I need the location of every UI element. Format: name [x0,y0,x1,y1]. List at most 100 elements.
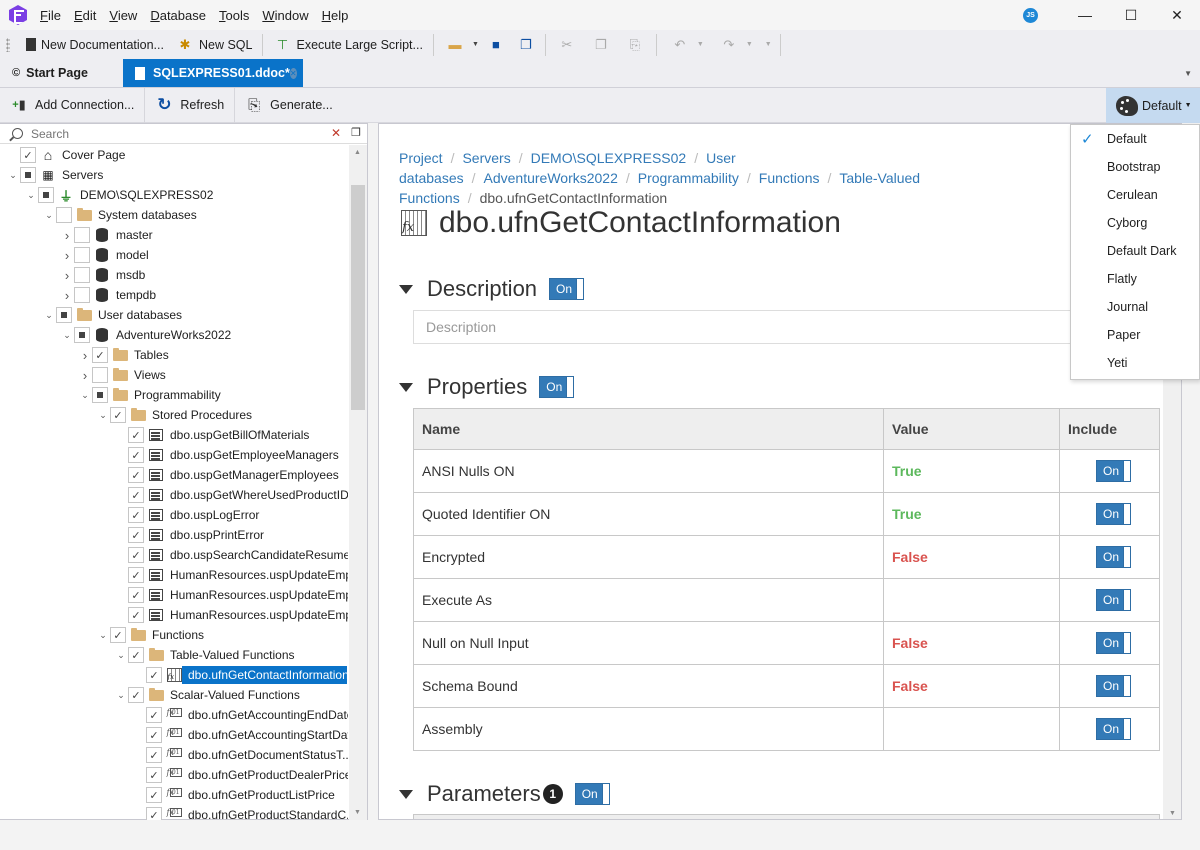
maximize-button[interactable]: ☐ [1108,0,1154,30]
breadcrumb-link[interactable]: Functions [759,170,820,186]
breadcrumb-link[interactable]: AdventureWorks2022 [484,170,618,186]
save-all-icon[interactable]: ❐ [517,36,535,54]
tree-item-checkbox[interactable]: ✓ [128,547,144,563]
menu-edit[interactable]: Edit [74,8,96,23]
tree-item[interactable]: ✓ fx dbo.ufnGetDocumentStatusT... [0,745,348,765]
minimize-button[interactable]: — [1062,0,1108,30]
cut-icon[interactable]: ✂ [558,36,576,54]
tree-item[interactable]: ✓ fx dbo.ufnGetProductListPrice [0,785,348,805]
theme-dropdown-button[interactable]: Default ▼ [1106,88,1200,123]
tree-item-checkbox[interactable]: ✓ [146,787,162,803]
new-sql-button[interactable]: ✱ New SQL [170,33,259,57]
chevron-down-icon[interactable]: ⌄ [60,330,74,341]
tab-sqlexpress01-ddoc[interactable]: SQLEXPRESS01.ddoc* ✕ [123,59,303,87]
theme-option[interactable]: Yeti [1071,349,1199,377]
tabs-overflow-icon[interactable]: ▼ [1184,69,1192,78]
chevron-down-icon[interactable]: ⌄ [24,190,38,201]
chevron-right-icon[interactable]: › [60,268,74,283]
paste-icon[interactable]: ⎘ [626,36,644,54]
tree-item[interactable]: ⌄ Programmability [0,385,348,405]
chevron-right-icon[interactable]: › [60,248,74,263]
copy-icon[interactable]: ❐ [592,36,610,54]
tree-item[interactable]: ⌄ AdventureWorks2022 [0,325,348,345]
tree-item[interactable]: ✓ dbo.uspLogError [0,505,348,525]
include-toggle[interactable]: On [1096,589,1131,611]
open-dropdown-caret-icon[interactable]: ▼ [472,41,479,48]
tree-item-checkbox[interactable] [92,367,108,383]
breadcrumb-link[interactable]: Project [399,150,443,166]
user-avatar[interactable]: JS [1023,7,1038,23]
chevron-right-icon[interactable]: › [78,348,92,363]
tree-item-checkbox[interactable]: ✓ [128,587,144,603]
redo-dropdown-caret-icon[interactable]: ▼ [746,41,753,48]
tree-item[interactable]: › master [0,225,348,245]
collapse-triangle-icon[interactable] [399,284,413,294]
tree-item[interactable]: › tempdb [0,285,348,305]
tree-item[interactable]: ✓ ⌂ Cover Page [0,145,348,165]
scroll-up-icon[interactable]: ▲ [354,149,361,156]
tree-item[interactable]: ✓ fx dbo.ufnGetContactInformation [0,665,348,685]
close-window-button[interactable]: ✕ [1154,0,1200,30]
tree-scrollbar-thumb[interactable] [351,185,365,410]
include-toggle[interactable]: On [1096,546,1131,568]
tree-item-checkbox[interactable]: ✓ [128,567,144,583]
chevron-down-icon[interactable]: ⌄ [114,690,128,701]
parameters-section-header[interactable]: Parameters 1 On [399,781,610,807]
theme-option[interactable]: Paper [1071,321,1199,349]
tree-item-checkbox[interactable] [20,167,36,183]
include-toggle[interactable]: On [1096,460,1131,482]
include-toggle[interactable]: On [1096,503,1131,525]
collapse-triangle-icon[interactable] [399,382,413,392]
tree-item-checkbox[interactable]: ✓ [110,627,126,643]
chevron-down-icon[interactable]: ⌄ [78,390,92,401]
theme-option[interactable]: Cerulean [1071,181,1199,209]
description-section-header[interactable]: Description On [399,276,585,302]
tree-item[interactable]: › msdb [0,265,348,285]
undo-icon[interactable]: ↶ [671,36,689,54]
search-options-icon[interactable]: ❐ [351,126,361,139]
tree-item[interactable]: ⌄ User databases [0,305,348,325]
clear-search-icon[interactable]: ✕ [331,126,341,140]
tree-item[interactable]: ⌄ ⏚ DEMO\SQLEXPRESS02 [0,185,348,205]
tree-item-checkbox[interactable]: ✓ [146,807,162,820]
theme-option[interactable]: Default Dark [1071,237,1199,265]
tree-item-checkbox[interactable] [74,227,90,243]
tree-item[interactable]: ✓ fx dbo.ufnGetProductDealerPrice [0,765,348,785]
tree-item-checkbox[interactable] [74,267,90,283]
execute-large-script-button[interactable]: ⊤ Execute Large Script... [267,33,428,57]
include-toggle[interactable]: On [1096,718,1131,740]
menu-help[interactable]: Help [322,8,349,23]
add-connection-button[interactable]: + ▮ Add Connection... [0,87,146,123]
chevron-down-icon[interactable]: ⌄ [42,210,56,221]
redo-icon[interactable]: ↷ [720,36,738,54]
tree-item-checkbox[interactable]: ✓ [128,467,144,483]
tree-item-checkbox[interactable] [92,387,108,403]
menu-window[interactable]: Window [262,8,308,23]
tree-item-checkbox[interactable]: ✓ [128,527,144,543]
tree-item-checkbox[interactable] [38,187,54,203]
chevron-right-icon[interactable]: › [60,228,74,243]
tree-item[interactable]: ✓ dbo.uspGetEmployeeManagers [0,445,348,465]
tree-item-checkbox[interactable]: ✓ [146,727,162,743]
scroll-down-icon[interactable]: ▼ [354,809,361,816]
tab-start-page[interactable]: © Start Page [0,59,123,87]
tree-item[interactable]: ✓ dbo.uspSearchCandidateResumes [0,545,348,565]
theme-option[interactable]: Flatly [1071,265,1199,293]
scroll-down-icon[interactable]: ▼ [1169,810,1176,817]
tree-item-checkbox[interactable]: ✓ [146,707,162,723]
theme-option[interactable]: ✓ Default [1071,125,1199,153]
undo-dropdown-caret-icon[interactable]: ▼ [697,41,704,48]
breadcrumb-link[interactable]: DEMO\SQLEXPRESS02 [531,150,687,166]
menu-database[interactable]: Database [150,8,206,23]
tree-item[interactable]: › Views [0,365,348,385]
chevron-down-icon[interactable]: ⌄ [114,650,128,661]
tree-item[interactable]: ✓ fx dbo.ufnGetProductStandardC... [0,805,348,820]
tree-item-checkbox[interactable] [74,247,90,263]
new-documentation-button[interactable]: New Documentation... [20,33,170,57]
theme-option[interactable]: Bootstrap [1071,153,1199,181]
save-icon[interactable]: ■ [487,36,505,54]
tree-item[interactable]: › ✓ Tables [0,345,348,365]
tree-item[interactable]: ⌄ ✓ Functions [0,625,348,645]
parameters-toggle[interactable]: On [574,783,610,805]
generate-button[interactable]: ⎘ Generate... [235,88,343,123]
